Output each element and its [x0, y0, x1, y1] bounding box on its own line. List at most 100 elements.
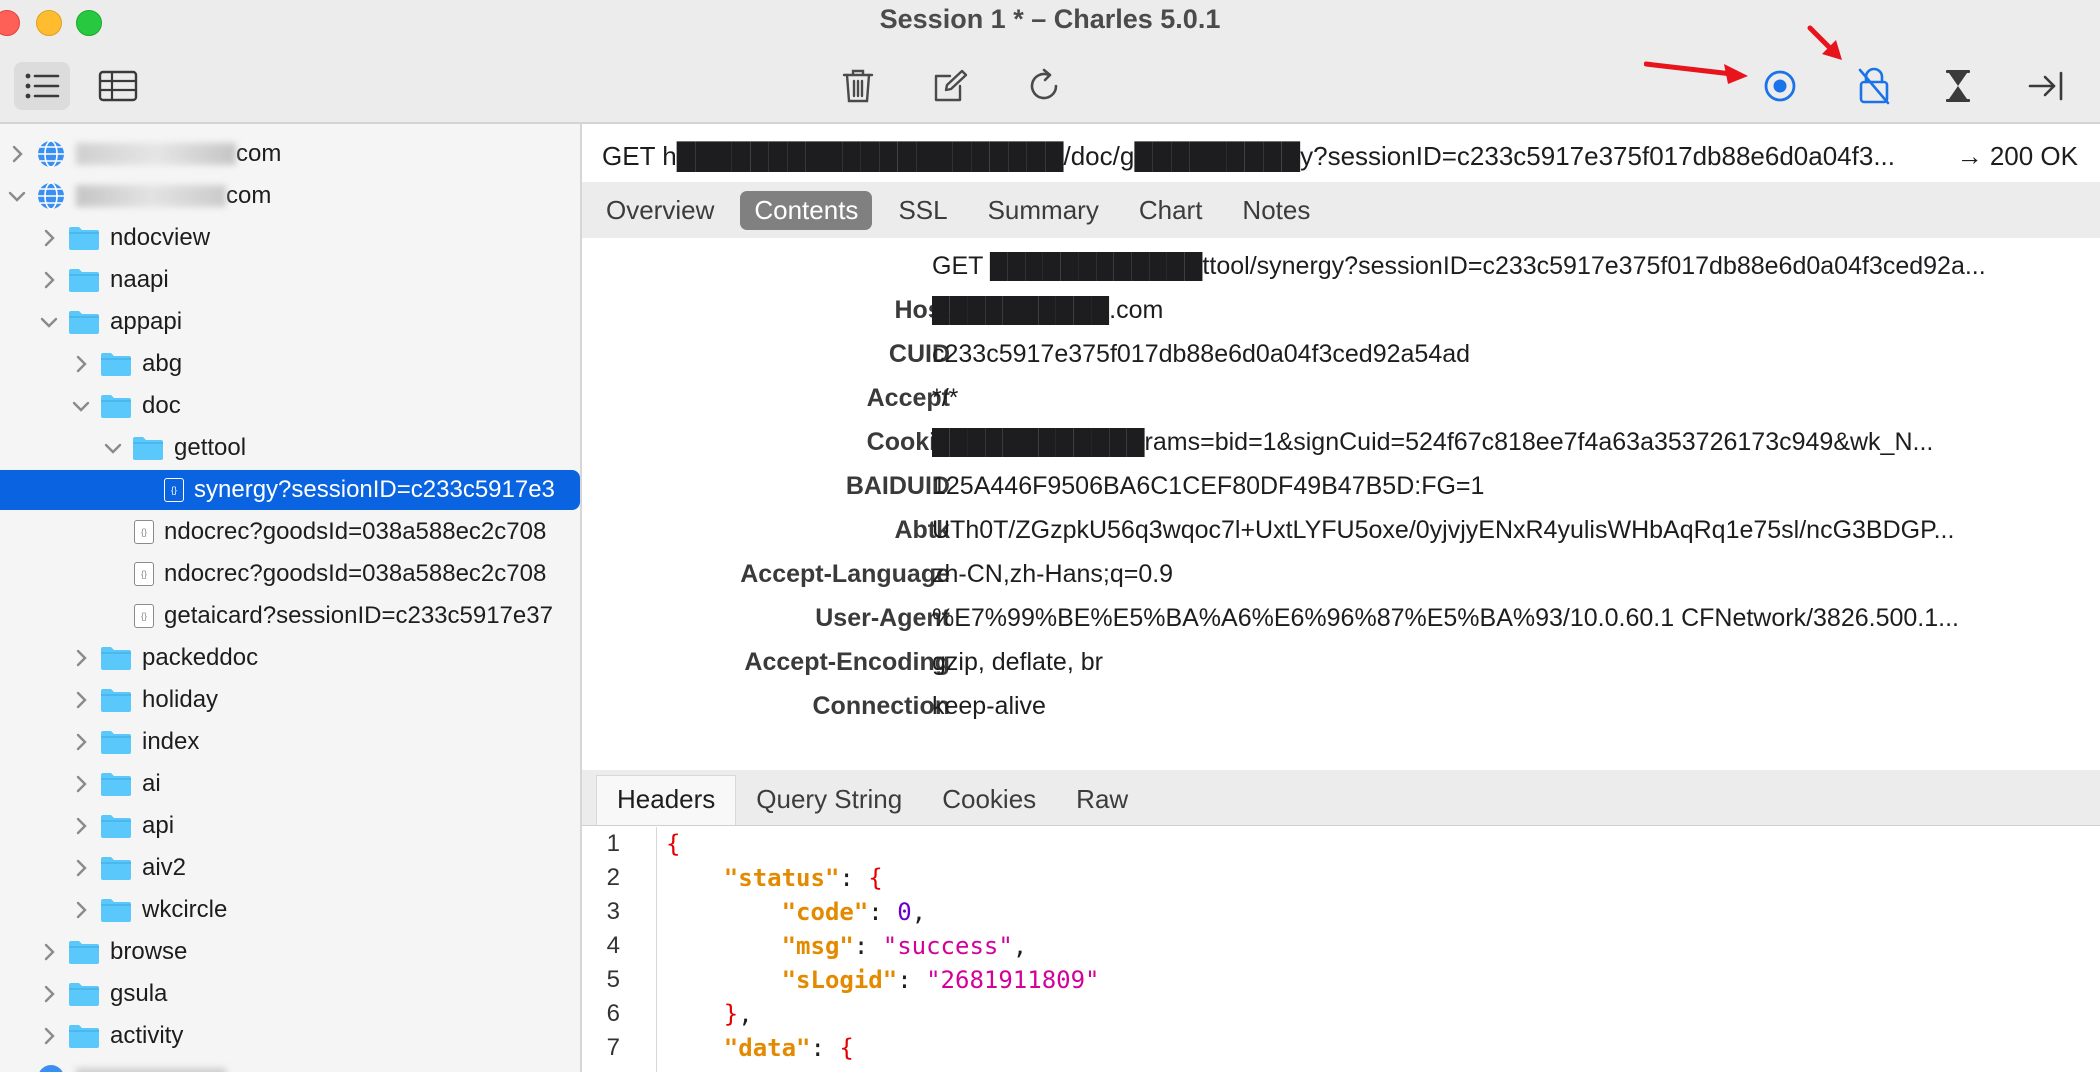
chevron-right-icon[interactable] — [6, 143, 28, 165]
tree-folder-row[interactable]: browse — [0, 932, 580, 972]
header-row[interactable]: Accept-Encoding gzip, deflate, br — [582, 642, 2100, 682]
globe-icon — [38, 140, 64, 168]
throttle-button[interactable] — [1930, 62, 1986, 110]
tab-headers[interactable]: Headers — [596, 775, 737, 825]
tree-folder-row[interactable]: aiv2 — [0, 848, 580, 888]
tab-cookies[interactable]: Cookies — [922, 776, 1056, 825]
header-row[interactable]: Connection keep-alive — [582, 686, 2100, 726]
ssl-proxying-button[interactable] — [1846, 62, 1902, 110]
header-row[interactable]: CUID c233c5917e375f017db88e6d0a04f3ced92… — [582, 334, 2100, 374]
repeat-button[interactable] — [1016, 62, 1072, 110]
tree-folder-label: ndocview — [110, 224, 211, 251]
tree-folder-label: wkcircle — [142, 896, 228, 923]
code-line: 3 "code": 0, — [582, 895, 2100, 929]
tree-file-row[interactable]: {} getaicard?sessionID=c233c5917e37 — [0, 596, 580, 636]
chevron-right-icon[interactable] — [38, 941, 60, 963]
tree-folder-label: activity — [110, 1022, 184, 1049]
tree-folder-row[interactable]: api — [0, 806, 580, 846]
tab-notes[interactable]: Notes — [1228, 191, 1324, 230]
tab-overview[interactable]: Overview — [592, 191, 728, 230]
tree-folder-row[interactable]: activity — [0, 1016, 580, 1056]
folder-icon — [101, 689, 131, 712]
breakpoints-button[interactable] — [2018, 62, 2074, 110]
chevron-down-icon[interactable] — [70, 395, 92, 417]
header-row[interactable]: Accept-Language zh-CN,zh-Hans;q=0.9 — [582, 554, 2100, 594]
chevron-down-icon[interactable] — [102, 437, 124, 459]
header-row[interactable]: Host ██████████.com — [582, 290, 2100, 330]
json-file-icon: {} — [134, 562, 154, 586]
sequence-view-button[interactable] — [90, 62, 146, 110]
chevron-right-icon[interactable] — [70, 731, 92, 753]
tree-host-row[interactable]: com — [0, 176, 580, 216]
folder-icon — [101, 815, 131, 838]
chevron-right-icon[interactable] — [70, 773, 92, 795]
tab-chart[interactable]: Chart — [1125, 191, 1217, 230]
tree-folder-row[interactable]: abg — [0, 344, 580, 384]
tab-ssl[interactable]: SSL — [884, 191, 961, 230]
chevron-right-icon[interactable] — [70, 353, 92, 375]
tree-file-row-selected[interactable]: {} synergy?sessionID=c233c5917e3 — [0, 470, 580, 510]
header-row[interactable]: Cookie ████████████rams=bid=1&signCuid=5… — [582, 422, 2100, 462]
detail-tabs: Overview Contents SSL Summary Chart Note… — [582, 182, 2100, 238]
clear-session-button[interactable] — [830, 62, 886, 110]
annotation-arrow-icon — [1644, 61, 1748, 84]
folder-icon — [69, 983, 99, 1006]
header-row[interactable]: Abtk UTh0T/ZGzpkU56q3wqoc7l+UxtLYFU5oxe/… — [582, 510, 2100, 550]
record-icon — [1764, 70, 1796, 102]
header-row[interactable]: Accept */* — [582, 378, 2100, 418]
code-line: 6 }, — [582, 997, 2100, 1031]
request-headers-table: GET ████████████ttool/synergy?sessionID=… — [582, 244, 2100, 764]
tree-folder-row[interactable]: ai — [0, 764, 580, 804]
chevron-right-icon[interactable] — [38, 1025, 60, 1047]
line-number: 3 — [606, 898, 620, 925]
chevron-right-icon[interactable] — [70, 857, 92, 879]
chevron-down-icon[interactable] — [38, 311, 60, 333]
structure-view-button[interactable] — [14, 62, 70, 110]
tree-folder-row[interactable]: packeddoc — [0, 638, 580, 678]
tab-contents[interactable]: Contents — [740, 190, 873, 230]
tab-raw[interactable]: Raw — [1056, 776, 1148, 825]
tree-folder-row[interactable]: naapi — [0, 260, 580, 300]
header-key: Connection — [812, 691, 951, 720]
header-row[interactable]: User-Agent %E7%99%BE%E5%BA%A6%E6%96%87%E… — [582, 598, 2100, 638]
tree-folder-row[interactable]: appapi — [0, 302, 580, 342]
header-row[interactable]: BAIDUID 125A446F9506BA6C1CEF80DF49B47B5D… — [582, 466, 2100, 506]
record-button[interactable] — [1752, 62, 1808, 110]
line-number: 2 — [606, 864, 620, 891]
line-number: 5 — [606, 966, 620, 993]
tree-folder-label: index — [142, 728, 200, 755]
header-row[interactable]: GET ████████████ttool/synergy?sessionID=… — [582, 246, 2100, 286]
tree-folder-row[interactable]: index — [0, 722, 580, 762]
header-key: Accept-Encoding — [744, 647, 950, 676]
tree-folder-row[interactable]: wkcircle — [0, 890, 580, 930]
tab-query-string[interactable]: Query String — [736, 776, 922, 825]
tree-folder-row[interactable]: ndocview — [0, 218, 580, 258]
chevron-right-icon[interactable] — [38, 983, 60, 1005]
chevron-right-icon[interactable] — [38, 227, 60, 249]
tree-folder-row[interactable]: gsula — [0, 974, 580, 1014]
chevron-right-icon[interactable] — [70, 815, 92, 837]
tree-file-row[interactable]: {} ndocrec?goodsId=038a588ec2c708 — [0, 554, 580, 594]
tree-file-row[interactable]: {} ndocrec?goodsId=038a588ec2c708 — [0, 512, 580, 552]
chevron-right-icon[interactable] — [70, 689, 92, 711]
chevron-right-icon[interactable] — [70, 647, 92, 669]
tree-host-row[interactable] — [0, 1058, 580, 1072]
compose-button[interactable] — [922, 62, 978, 110]
tree-host-row[interactable]: com — [0, 134, 580, 174]
edit-icon — [934, 69, 968, 102]
tree-folder-row[interactable]: holiday — [0, 680, 580, 720]
folder-icon — [101, 857, 131, 880]
tree-folder-label: doc — [142, 392, 181, 419]
json-file-icon: {} — [164, 478, 184, 502]
tree-folder-row[interactable]: gettool — [0, 428, 580, 468]
refresh-icon — [1030, 68, 1058, 100]
globe-icon — [38, 182, 64, 210]
chevron-down-icon[interactable] — [6, 185, 28, 207]
json-body-viewer[interactable]: 1 { 2 "status": { 3 "code": 0, 4 "msg": … — [582, 827, 2100, 1072]
folder-icon — [69, 941, 99, 964]
chevron-right-icon[interactable] — [70, 899, 92, 921]
tree-folder-row[interactable]: doc — [0, 386, 580, 426]
tab-summary[interactable]: Summary — [974, 191, 1113, 230]
header-value: %E7%99%BE%E5%BA%A6%E6%96%87%E5%BA%93/10.… — [932, 603, 1959, 632]
chevron-right-icon[interactable] — [38, 269, 60, 291]
